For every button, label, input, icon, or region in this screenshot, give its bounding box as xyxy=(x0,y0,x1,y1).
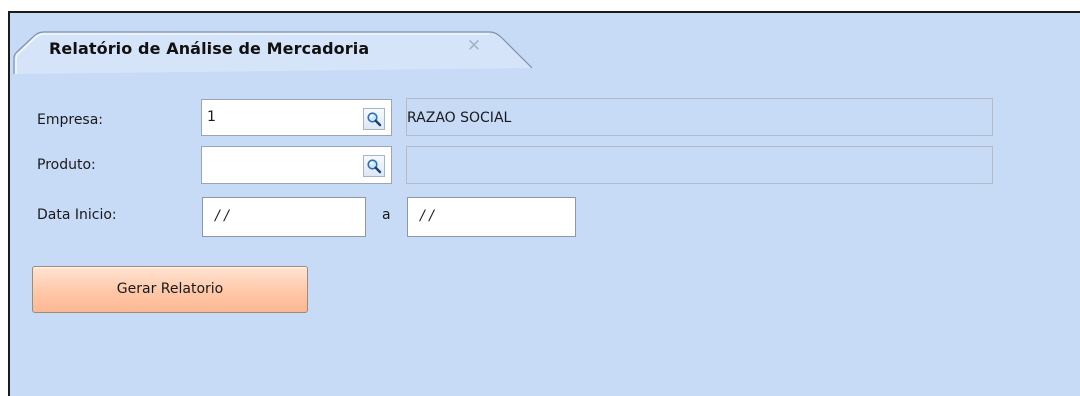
close-tab-icon[interactable]: ✕ xyxy=(464,35,484,57)
produto-search-button[interactable] xyxy=(363,155,385,177)
magnifier-icon xyxy=(367,112,382,127)
data-inicio-label: Data Inicio: xyxy=(37,207,117,223)
empresa-search-button[interactable] xyxy=(363,108,385,130)
produto-label: Produto: xyxy=(37,157,96,173)
magnifier-icon xyxy=(367,159,382,174)
empresa-name-field: RAZAO SOCIAL xyxy=(406,98,993,136)
produto-name-field xyxy=(406,146,993,184)
start-date-input[interactable]: / / xyxy=(202,197,366,237)
window-frame: Relatório de Análise de Mercadoria ✕ Emp… xyxy=(0,0,1080,396)
end-date-input[interactable]: / / xyxy=(407,197,576,237)
tab-report-title[interactable]: Relatório de Análise de Mercadoria xyxy=(49,39,369,58)
empresa-label: Empresa: xyxy=(37,112,104,128)
generate-report-button[interactable]: Gerar Relatorio xyxy=(32,266,308,313)
date-range-separator: a xyxy=(382,207,391,223)
